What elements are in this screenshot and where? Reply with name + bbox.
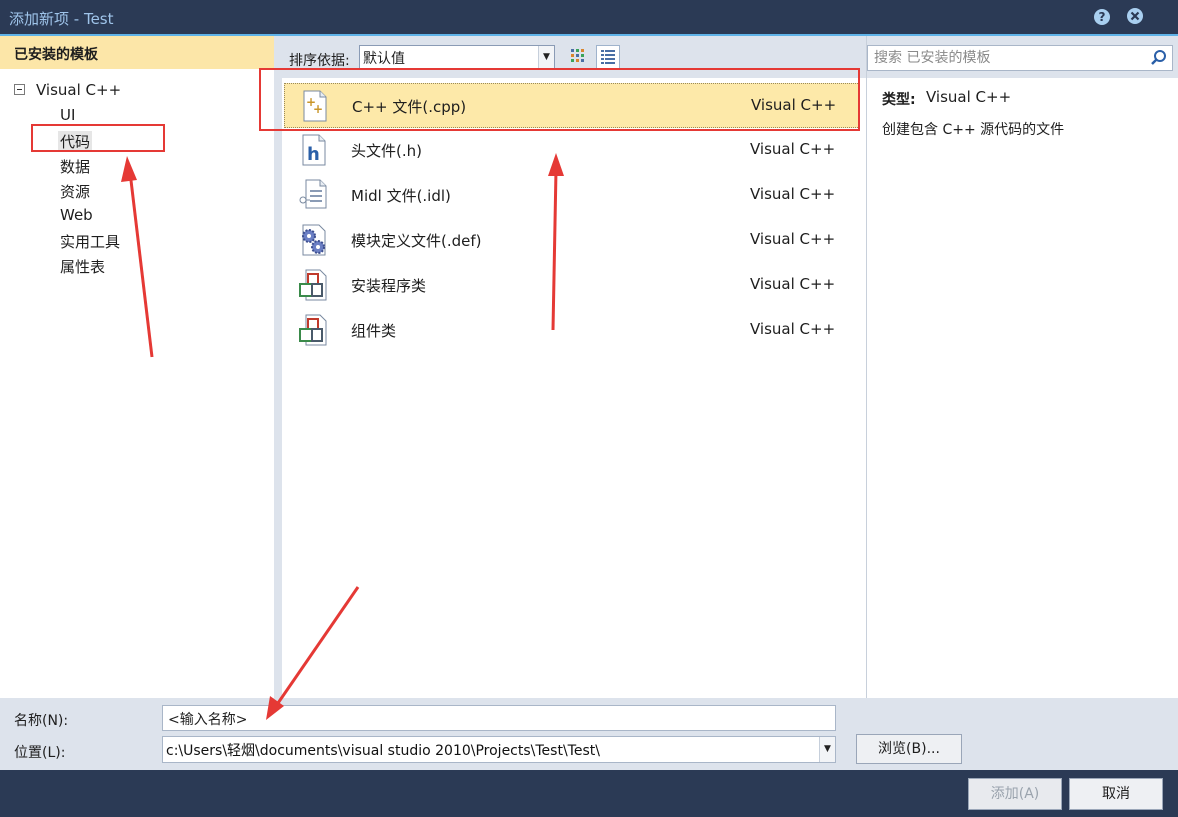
annotation-arrow-left — [121, 156, 154, 358]
annotation-arrow-bottom — [266, 586, 360, 720]
annotation-overlay — [31, 68, 860, 720]
annotation-box-code — [31, 124, 165, 152]
annotation-arrow-mid — [548, 153, 564, 331]
annotation-box-cpp — [259, 68, 860, 131]
